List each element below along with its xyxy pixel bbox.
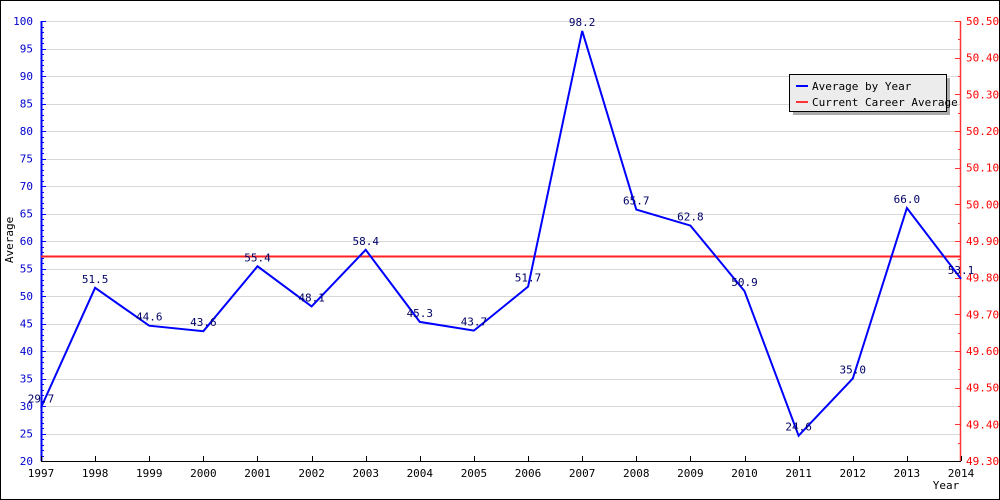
right-y-axis: 49.3049.4049.5049.6049.7049.8049.9050.00… [955,15,999,468]
left-tick-label: 75 [20,153,33,166]
data-label: 66.0 [894,193,921,206]
data-label: 51.5 [82,273,109,286]
x-tick-label: 2002 [298,467,325,480]
data-label: 55.4 [244,251,271,264]
x-tick-label: 1998 [82,467,109,480]
left-tick-label: 80 [20,125,33,138]
x-tick-label: 1997 [28,467,55,480]
right-tick-label: 50.00 [966,198,999,211]
left-tick-label: 35 [20,373,33,386]
data-label: 43.6 [190,316,217,329]
data-label: 50.9 [731,276,758,289]
left-tick-label: 65 [20,208,33,221]
data-label: 29.7 [28,393,55,406]
data-label: 62.8 [677,211,704,224]
x-tick-label: 2011 [785,467,812,480]
right-tick-label: 49.60 [966,345,999,358]
left-tick-label: 25 [20,428,33,441]
data-label: 44.6 [136,311,163,324]
data-label: 45.3 [407,307,434,320]
right-tick-label: 49.70 [966,308,999,321]
data-label: 65.7 [623,195,650,208]
y-axis-title: Average [3,217,16,263]
left-tick-label: 40 [20,345,33,358]
data-label: 98.2 [569,16,596,29]
x-tick-label: 2006 [515,467,542,480]
right-tick-label: 50.40 [966,52,999,65]
left-tick-label: 60 [20,235,33,248]
data-label: 43.7 [461,316,488,329]
right-tick-label: 49.90 [966,235,999,248]
x-tick-label: 2013 [894,467,921,480]
x-tick-label: 1999 [136,467,163,480]
left-tick-label: 70 [20,180,33,193]
data-label: 58.4 [352,235,379,248]
x-tick-label: 2004 [407,467,434,480]
data-label: 48.1 [298,291,325,304]
x-tick-label: 2009 [677,467,704,480]
data-label: 24.6 [785,421,812,434]
data-label: 53.1 [948,264,975,277]
data-label: 35.0 [840,364,867,377]
right-tick-label: 50.50 [966,15,999,28]
x-tick-label: 2008 [623,467,650,480]
x-tick-label: 2005 [461,467,488,480]
left-tick-label: 55 [20,263,33,276]
x-tick-label: 2000 [190,467,217,480]
left-tick-label: 100 [13,15,33,28]
right-tick-label: 50.10 [966,162,999,175]
legend-label: Current Career Average [812,96,958,109]
left-tick-label: 90 [20,70,33,83]
right-tick-label: 49.40 [966,418,999,431]
x-tick-label: 2007 [569,467,596,480]
x-axis: 1997 1998 1999 2000 2001 2002 2003 2004 2005 2006… [28,456,975,480]
x-tick-label: 2003 [352,467,379,480]
line-chart: 20253035404550556065707580859095100 49.3… [3,15,999,492]
left-tick-label: 45 [20,318,33,331]
right-tick-label: 50.20 [966,125,999,138]
legend-label: Average by Year [812,80,912,93]
x-tick-label: 2001 [244,467,271,480]
left-tick-label: 95 [20,43,33,56]
left-tick-label: 85 [20,98,33,111]
legend: Average by Year Current Career Average [789,74,958,115]
right-tick-label: 49.50 [966,382,999,395]
left-tick-label: 50 [20,290,33,303]
right-tick-label: 50.30 [966,88,999,101]
x-tick-label: 2012 [840,467,867,480]
data-label: 51.7 [515,272,542,285]
x-tick-label: 2010 [731,467,758,480]
x-axis-title: Year [933,479,960,492]
